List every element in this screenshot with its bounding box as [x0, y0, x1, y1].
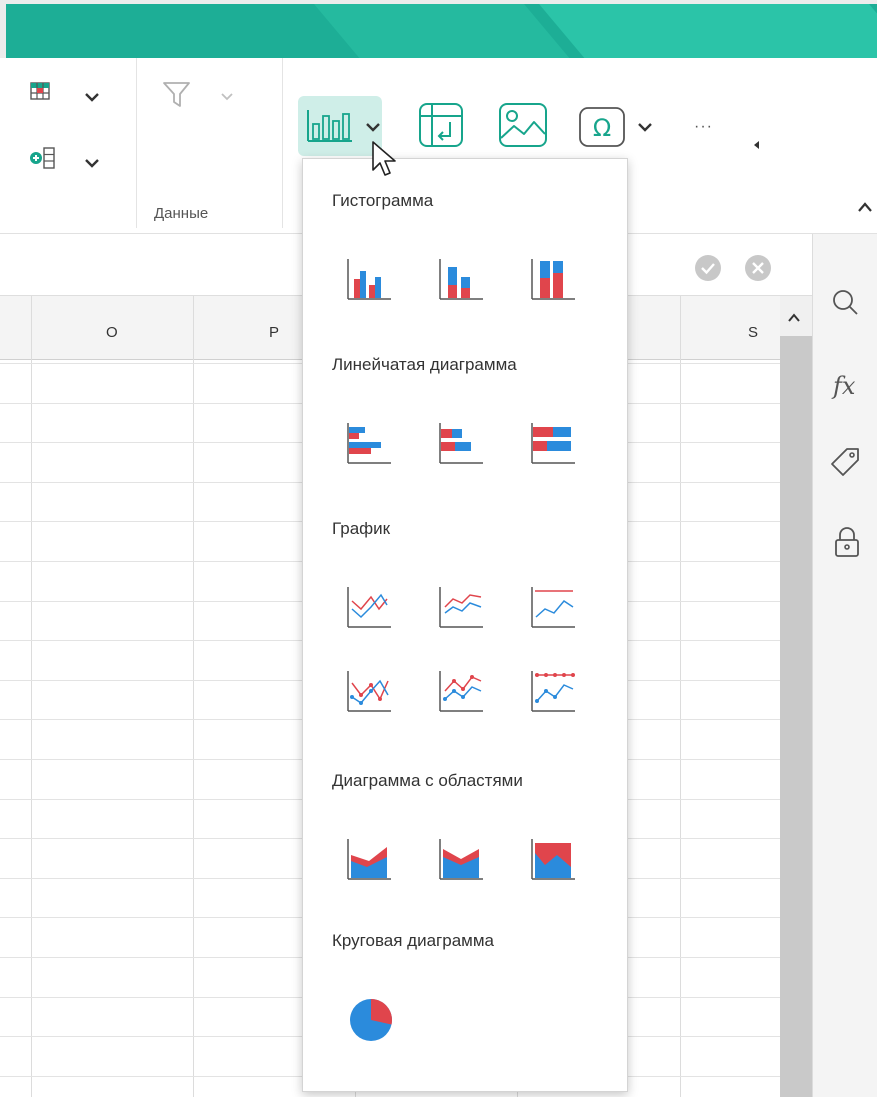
- chevron-down-icon[interactable]: [637, 122, 653, 132]
- group-divider: [136, 58, 137, 228]
- cancel-icon[interactable]: [744, 254, 772, 282]
- function-icon[interactable]: fx: [831, 370, 863, 400]
- chevron-down-icon[interactable]: [84, 92, 100, 102]
- window-frame: [0, 0, 877, 4]
- stacked-100-line-markers-icon[interactable]: [529, 667, 577, 715]
- tag-icon[interactable]: [829, 446, 861, 478]
- stacked-area-icon[interactable]: [437, 835, 485, 883]
- window-frame: [0, 0, 6, 58]
- clustered-column-icon[interactable]: [345, 255, 393, 303]
- chart-type-dropdown: Гистограмма Линейчатая диаграмма График: [302, 158, 628, 1092]
- column-header-s[interactable]: S: [748, 324, 758, 341]
- lock-icon[interactable]: [833, 526, 861, 558]
- confirm-icon[interactable]: [694, 254, 722, 282]
- grid-line: [31, 296, 32, 1097]
- area-icon[interactable]: [345, 835, 393, 883]
- vertical-scrollbar[interactable]: [780, 296, 812, 1097]
- section-title-bar: Линейчатая диаграмма: [332, 355, 517, 374]
- column-header-o[interactable]: O: [106, 324, 118, 341]
- title-bar-decoration: [310, 0, 570, 58]
- scroll-right-icon[interactable]: [752, 140, 760, 150]
- chevron-down-icon[interactable]: [84, 158, 100, 168]
- bar-chart-icon[interactable]: [306, 108, 354, 144]
- ribbon-group-label: Данные: [154, 205, 209, 222]
- symbol-icon[interactable]: Ω: [578, 106, 626, 148]
- stacked-100-line-icon[interactable]: [529, 583, 577, 631]
- stacked-100-column-icon[interactable]: [529, 255, 577, 303]
- insert-cells-icon[interactable]: [28, 146, 72, 170]
- section-title-pie: Круговая диаграмма: [332, 931, 494, 950]
- collapse-ribbon-icon[interactable]: [857, 201, 873, 213]
- pie-icon[interactable]: [345, 995, 393, 1043]
- grid-line: [193, 296, 194, 1097]
- line-icon[interactable]: [345, 583, 393, 631]
- group-divider: [282, 58, 283, 228]
- line-markers-icon[interactable]: [345, 667, 393, 715]
- title-bar: [0, 0, 877, 58]
- pivot-table-icon[interactable]: [418, 102, 464, 148]
- mouse-cursor-icon: [372, 141, 396, 176]
- stacked-100-bar-icon[interactable]: [529, 419, 577, 467]
- stacked-bar-icon[interactable]: [437, 419, 485, 467]
- section-title-area: Диаграмма с областями: [332, 771, 523, 790]
- chevron-down-icon: [221, 93, 233, 101]
- stacked-line-markers-icon[interactable]: [437, 667, 485, 715]
- grid-line: [680, 296, 681, 1097]
- filter-icon[interactable]: [162, 80, 192, 110]
- more-icon[interactable]: ···: [694, 118, 713, 136]
- chevron-down-icon[interactable]: [365, 122, 381, 132]
- section-title-column: Гистограмма: [332, 191, 434, 210]
- stacked-line-icon[interactable]: [437, 583, 485, 631]
- insert-table-icon[interactable]: [30, 82, 70, 104]
- right-sidebar: fx: [812, 234, 877, 1097]
- stacked-100-area-icon[interactable]: [529, 835, 577, 883]
- scroll-up-icon[interactable]: [786, 312, 802, 324]
- title-bar-decoration: [535, 0, 877, 58]
- column-header-p[interactable]: P: [269, 324, 279, 341]
- scrollbar-thumb[interactable]: [780, 336, 812, 1097]
- section-title-line: График: [332, 519, 391, 538]
- stacked-column-icon[interactable]: [437, 255, 485, 303]
- svg-text:Ω: Ω: [593, 114, 611, 142]
- clustered-bar-icon[interactable]: [345, 419, 393, 467]
- search-icon[interactable]: [831, 288, 859, 316]
- svg-text:fx: fx: [831, 372, 856, 400]
- image-icon[interactable]: [498, 102, 548, 148]
